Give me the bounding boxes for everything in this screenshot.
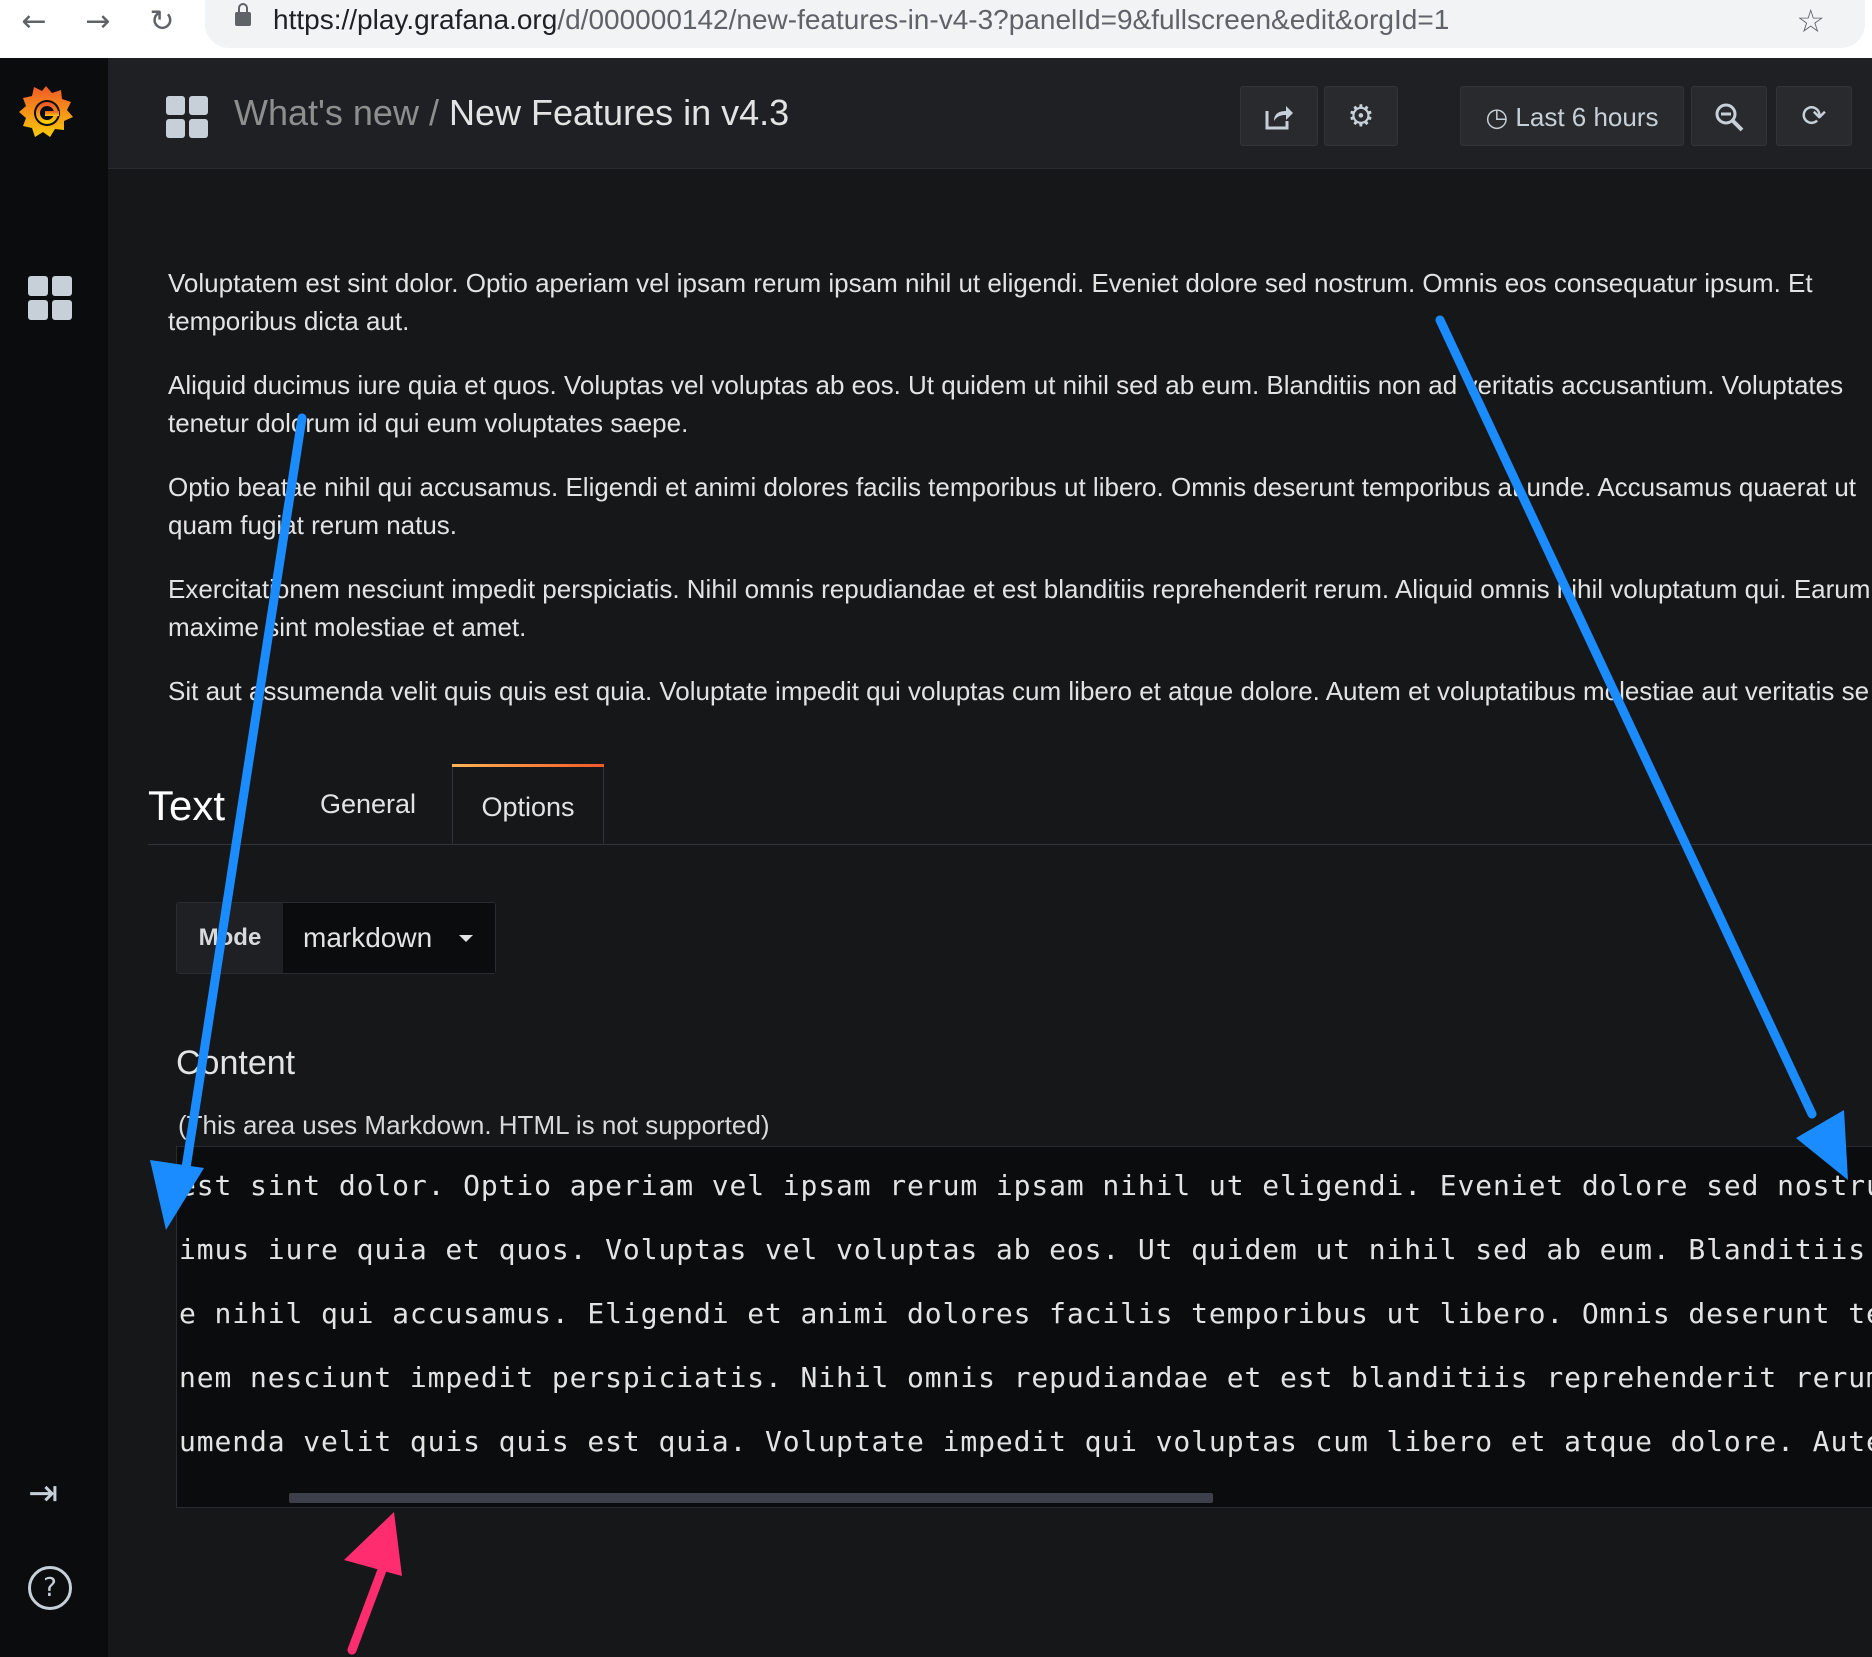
panel-paragraph: Voluptatem est sint dolor. Optio aperiam… <box>168 264 1872 340</box>
side-menu: ⇥ ? <box>0 58 108 1657</box>
panel-paragraph: Sit aut assumenda velit quis quis est qu… <box>168 672 1872 706</box>
back-icon[interactable]: ← <box>12 0 56 44</box>
share-icon <box>1265 106 1293 130</box>
caret-down-icon <box>459 935 473 942</box>
mode-label: Mode <box>177 903 283 973</box>
browser-toolbar: ← → ↻ https://play.grafana.org/d/0000001… <box>0 0 1872 59</box>
refresh-icon: ⟳ <box>1801 99 1827 134</box>
code-line: umenda velit quis quis est quia. Volupta… <box>179 1425 1872 1458</box>
help-icon[interactable]: ? <box>28 1566 72 1610</box>
zoom-out-icon <box>1715 103 1744 132</box>
panel-line: Exercitationem nesciunt impedit perspici… <box>168 574 1871 604</box>
content-hint: (This area uses Markdown. HTML is not su… <box>178 1110 770 1140</box>
dashboard-grid-icon[interactable] <box>166 96 208 138</box>
code-line: nem nesciunt impedit perspiciatis. Nihil… <box>179 1361 1872 1394</box>
code-line: e nihil qui accusamus. Eligendi et animi… <box>179 1297 1872 1330</box>
panel-line: Voluptatem est sint dolor. Optio aperiam… <box>168 268 1813 298</box>
code-line: est sint dolor. Optio aperiam vel ipsam … <box>179 1169 1872 1202</box>
url-host: https://play.grafana.org <box>273 4 558 35</box>
panel-paragraph: Optio beatae nihil qui accusamus. Eligen… <box>168 468 1872 544</box>
panel-line: tenetur dolorum id qui eum voluptates sa… <box>168 408 689 438</box>
panel-line: temporibus dicta aut. <box>168 306 410 336</box>
zoom-out-button[interactable] <box>1691 86 1767 146</box>
time-picker-button[interactable]: ◷ Last 6 hours <box>1460 86 1684 146</box>
dashboard-navbar: What's new / New Features in v4.3 ⚙ ◷ La… <box>108 58 1872 169</box>
panel-line: maxime sint molestiae et amet. <box>168 612 527 642</box>
dashboard-title[interactable]: New Features in v4.3 <box>449 92 789 133</box>
address-bar[interactable]: https://play.grafana.org/d/000000142/new… <box>205 0 1865 48</box>
breadcrumb-separator: / <box>428 92 439 133</box>
url-text: https://play.grafana.org/d/000000142/new… <box>273 4 1449 36</box>
grafana-logo-icon[interactable] <box>14 80 78 144</box>
clock-icon: ◷ <box>1485 103 1509 133</box>
content-section-title: Content <box>176 1044 296 1082</box>
panel-line: Optio beatae nihil qui accusamus. Eligen… <box>168 472 1857 502</box>
mode-value: markdown <box>303 922 433 953</box>
panel-line: Aliquid ducimus iure quia et quos. Volup… <box>168 370 1844 400</box>
panel-paragraph: Aliquid ducimus iure quia et quos. Volup… <box>168 366 1872 442</box>
mode-select[interactable]: markdown <box>283 903 495 973</box>
panel-editor-header: Text General Options <box>148 764 1872 845</box>
gear-icon: ⚙ <box>1347 99 1375 134</box>
url-path: /d/000000142/new-features-in-v4-3?panelI… <box>557 4 1450 35</box>
share-button[interactable] <box>1240 86 1318 146</box>
editor-title: Text <box>148 782 226 829</box>
horizontal-scrollbar[interactable] <box>289 1493 1213 1503</box>
tab-general[interactable]: General <box>276 764 460 844</box>
markdown-code-editor[interactable]: est sint dolor. Optio aperiam vel ipsam … <box>176 1146 1872 1508</box>
panel-line: Sit aut assumenda velit quis quis est qu… <box>168 676 1870 706</box>
panel-line: quam fugiat rerum natus. <box>168 510 458 540</box>
settings-button[interactable]: ⚙ <box>1324 86 1398 146</box>
refresh-button[interactable]: ⟳ <box>1776 86 1852 146</box>
time-range-label: Last 6 hours <box>1515 102 1659 132</box>
sign-in-icon[interactable]: ⇥ <box>28 1473 58 1514</box>
forward-icon[interactable]: → <box>76 0 120 44</box>
breadcrumb-folder[interactable]: What's new <box>234 92 419 133</box>
text-panel-content: Voluptatem est sint dolor. Optio aperiam… <box>168 264 1872 706</box>
tab-options[interactable]: Options <box>452 764 604 844</box>
panel-paragraph: Exercitationem nesciunt impedit perspici… <box>168 570 1872 646</box>
mode-form-group: Mode markdown <box>176 902 496 974</box>
reload-icon[interactable]: ↻ <box>140 0 184 44</box>
dashboards-icon[interactable] <box>28 276 72 320</box>
bookmark-star-icon[interactable]: ☆ <box>1796 2 1825 40</box>
breadcrumb: What's new / New Features in v4.3 <box>234 92 789 134</box>
lock-icon <box>235 3 251 26</box>
pink-arrow <box>344 1512 402 1655</box>
code-line: imus iure quia et quos. Voluptas vel vol… <box>179 1233 1872 1266</box>
